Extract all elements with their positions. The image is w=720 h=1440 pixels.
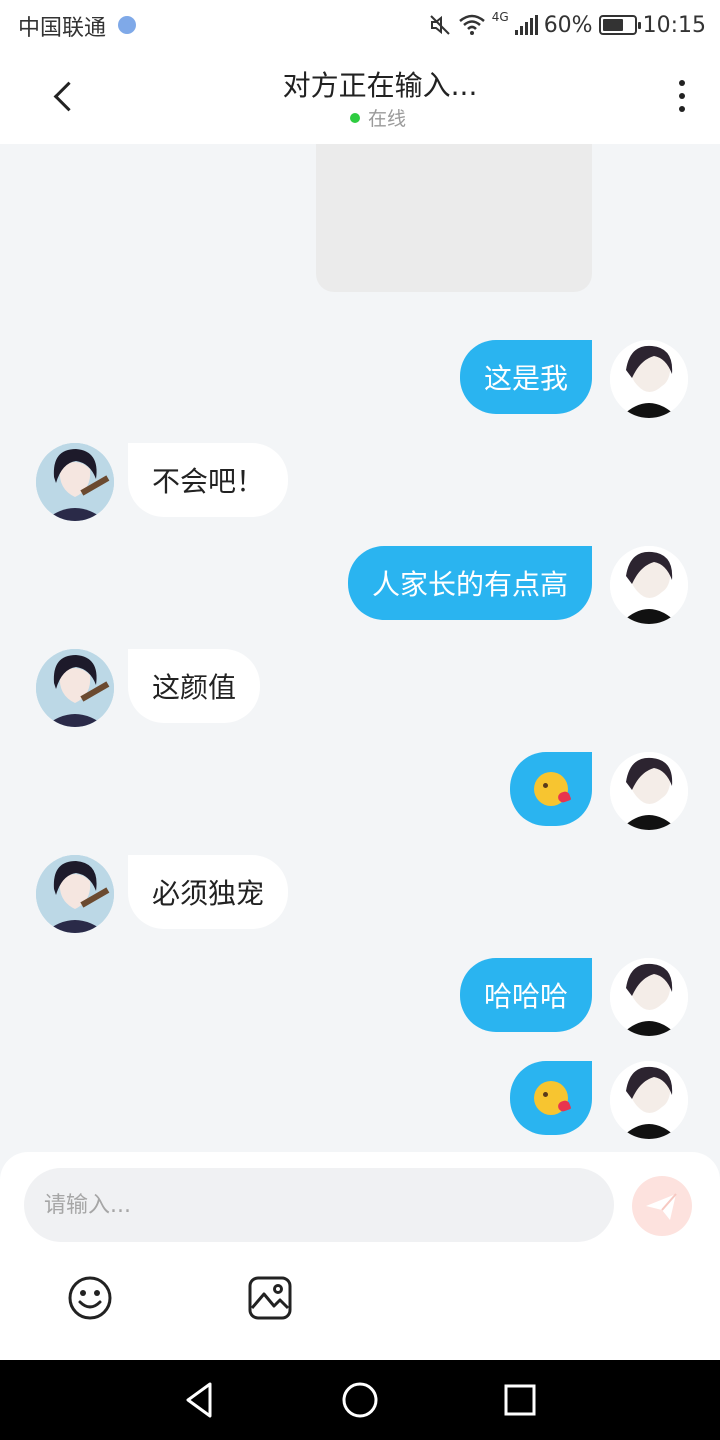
status-icons: 4G 60% 10:15	[428, 9, 706, 41]
kiss-emoji-icon	[534, 1081, 568, 1115]
emoji-message-bubble[interactable]	[510, 1061, 592, 1135]
presence-status: 在线	[350, 104, 406, 131]
message-bubble[interactable]: 人家长的有点高	[347, 546, 592, 620]
clock: 10:15	[642, 12, 706, 38]
send-button[interactable]	[632, 1176, 692, 1236]
peer-avatar[interactable]	[36, 855, 114, 933]
smiley-icon	[68, 1276, 112, 1320]
emoji-button[interactable]	[66, 1274, 114, 1322]
nav-back-button[interactable]	[180, 1380, 220, 1420]
image-icon	[248, 1276, 292, 1320]
more-vertical-icon[interactable]	[672, 76, 692, 116]
message-list[interactable]: 这是我 不会吧！ 人家长的有点高 这颜值 必须独宠 哈哈哈	[0, 144, 720, 1152]
signal-icon	[514, 15, 538, 35]
carrier-name: 中国联通	[18, 16, 107, 41]
nav-home-button[interactable]	[340, 1380, 380, 1420]
square-recents-icon	[504, 1384, 536, 1416]
kiss-emoji-icon	[534, 772, 568, 806]
image-button[interactable]	[246, 1274, 294, 1322]
image-message-placeholder[interactable]	[316, 144, 592, 292]
peer-avatar[interactable]	[36, 649, 114, 727]
online-dot-icon	[350, 112, 360, 123]
message-row: 不会吧！	[0, 443, 720, 523]
peer-avatar[interactable]	[36, 443, 114, 521]
wifi-icon	[458, 14, 485, 35]
self-avatar[interactable]	[610, 958, 688, 1036]
self-avatar[interactable]	[610, 1061, 688, 1139]
message-bubble[interactable]: 这颜值	[128, 649, 261, 723]
message-row	[0, 1061, 720, 1141]
battery-percent: 60%	[543, 12, 593, 38]
message-row: 必须独宠	[0, 855, 720, 935]
message-bubble[interactable]: 不会吧！	[128, 443, 289, 517]
system-nav-bar	[0, 1360, 720, 1440]
send-paper-plane-icon	[646, 1193, 677, 1220]
nav-recents-button[interactable]	[500, 1380, 540, 1420]
self-avatar[interactable]	[610, 340, 688, 418]
message-bubble[interactable]: 这是我	[459, 340, 592, 414]
network-type: 4G	[491, 10, 509, 24]
message-row	[0, 752, 720, 832]
chat-header: 对方正在输入... 在线	[0, 50, 720, 144]
status-bar: 中国联通 4G 60% 10:15	[0, 0, 720, 50]
message-input[interactable]	[24, 1168, 614, 1242]
self-avatar[interactable]	[610, 546, 688, 624]
battery-icon	[598, 15, 641, 35]
message-composer	[0, 1152, 720, 1360]
hd-badge-icon	[118, 16, 136, 34]
message-row: 这是我	[0, 340, 720, 420]
message-row: 哈哈哈	[0, 958, 720, 1038]
circle-home-icon	[342, 1382, 378, 1418]
message-bubble[interactable]: 必须独宠	[128, 855, 289, 929]
self-avatar[interactable]	[610, 752, 688, 830]
triangle-back-icon	[186, 1382, 212, 1418]
message-row: 这颜值	[0, 649, 720, 729]
message-bubble[interactable]: 哈哈哈	[459, 958, 592, 1032]
chat-title: 对方正在输入...	[282, 69, 478, 102]
emoji-message-bubble[interactable]	[510, 752, 592, 826]
mute-icon	[430, 15, 450, 35]
message-row: 人家长的有点高	[0, 546, 720, 626]
presence-label: 在线	[368, 108, 407, 130]
